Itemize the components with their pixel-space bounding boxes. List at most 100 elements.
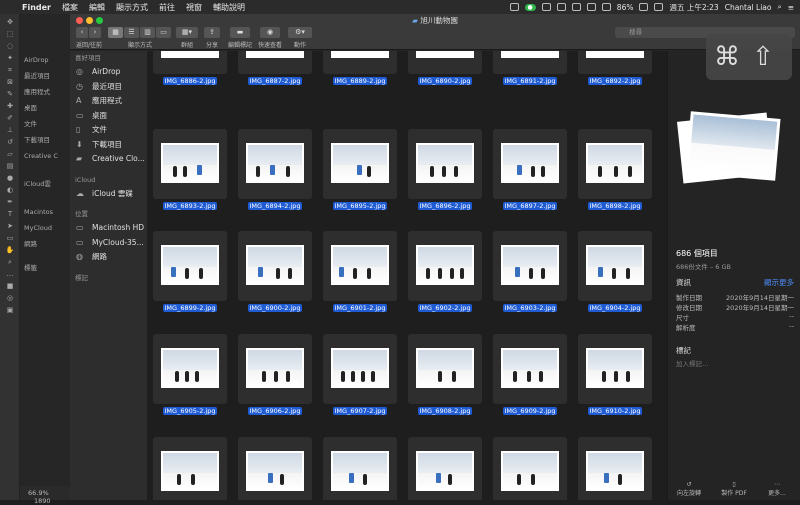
file-item[interactable]: IMG_6907-2.jpg bbox=[323, 334, 397, 415]
line-status-icon[interactable]: ● bbox=[524, 3, 536, 11]
gradient-icon[interactable]: ▤ bbox=[4, 162, 16, 170]
file-item[interactable]: IMG_6894-2.jpg bbox=[238, 129, 312, 210]
sidebar-item-documents[interactable]: ▯ 文件 bbox=[70, 123, 147, 138]
file-item[interactable]: IMG_6903-2.jpg bbox=[493, 231, 567, 312]
rotate-left-button[interactable]: ↺ 向左旋轉 bbox=[674, 481, 704, 497]
sidebar-item-downloads[interactable]: ⬇ 下載項目 bbox=[70, 138, 147, 153]
brush-tool-icon[interactable]: ✐ bbox=[4, 114, 16, 122]
file-item[interactable]: IMG_6908-2.jpg bbox=[408, 334, 482, 415]
clock[interactable]: 週五 上午2:23 bbox=[669, 2, 718, 13]
sidebar-item-recents[interactable]: ◷ 最近項目 bbox=[70, 80, 147, 95]
file-item[interactable]: IMG_6902-2.jpg bbox=[408, 231, 482, 312]
battery-percent[interactable]: 86% bbox=[617, 3, 634, 12]
file-item[interactable]: IMG_6905-2.jpg bbox=[153, 334, 227, 415]
menu-file[interactable]: 檔案 bbox=[62, 2, 78, 13]
file-item[interactable]: IMG_6891-2.jpg bbox=[493, 51, 567, 85]
move-tool-icon[interactable]: ✥ bbox=[4, 18, 16, 26]
path-select-icon[interactable]: ➤ bbox=[4, 222, 16, 230]
menu-window[interactable]: 視窗 bbox=[186, 2, 202, 13]
eyedropper-icon[interactable]: ✎ bbox=[4, 90, 16, 98]
blur-icon[interactable]: ● bbox=[4, 174, 16, 182]
file-item[interactable]: IMG_6889-2.jpg bbox=[323, 51, 397, 85]
file-item[interactable]: IMG_6886-2.jpg bbox=[153, 51, 227, 85]
type-tool-icon[interactable]: T bbox=[4, 210, 16, 218]
menu-app-finder[interactable]: Finder bbox=[22, 3, 51, 12]
sidebar-item-network[interactable]: ◍ 網路 bbox=[70, 250, 147, 265]
history-brush-icon[interactable]: ↺ bbox=[4, 138, 16, 146]
column-view-button[interactable]: ▥ bbox=[140, 27, 155, 38]
dodge-icon[interactable]: ◐ bbox=[4, 186, 16, 194]
zoom-tool-icon[interactable]: ⌕ bbox=[4, 258, 16, 266]
control-center-icon[interactable]: ≡ bbox=[788, 3, 794, 12]
action-button[interactable]: ⚙▾ bbox=[288, 27, 312, 38]
menu-go[interactable]: 前往 bbox=[159, 2, 175, 13]
file-item[interactable]: IMG_6898-2.jpg bbox=[578, 129, 652, 210]
file-item[interactable]: IMG_6887-2.jpg bbox=[238, 51, 312, 85]
pen-tool-icon[interactable]: ✒ bbox=[4, 198, 16, 206]
bluetooth-icon[interactable] bbox=[571, 3, 581, 11]
file-item[interactable]: IMG_6901-2.jpg bbox=[323, 231, 397, 312]
menu-help[interactable]: 輔助說明 bbox=[213, 2, 245, 13]
wifi-icon[interactable] bbox=[586, 3, 596, 11]
more-button[interactable]: ⋯ 更多... bbox=[762, 481, 792, 497]
menu-edit[interactable]: 編輯 bbox=[89, 2, 105, 13]
list-view-button[interactable]: ☰ bbox=[124, 27, 139, 38]
show-more-link[interactable]: 顯示更多 bbox=[764, 277, 794, 288]
magic-wand-icon[interactable]: ✦ bbox=[4, 54, 16, 62]
stamp-tool-icon[interactable]: ⊥ bbox=[4, 126, 16, 134]
back-button[interactable]: ‹ bbox=[76, 27, 88, 38]
sidebar-item-creative-cloud[interactable]: ▰ Creative Clo... bbox=[70, 152, 147, 167]
file-item[interactable]: IMG_6890-2.jpg bbox=[408, 51, 482, 85]
quicklook-button[interactable]: ◉ bbox=[260, 27, 280, 38]
file-item[interactable]: IMG_6893-2.jpg bbox=[153, 129, 227, 210]
file-item[interactable]: IMG_6904-2.jpg bbox=[578, 231, 652, 312]
healing-brush-icon[interactable]: ✚ bbox=[4, 102, 16, 110]
sidebar-item-mycloud[interactable]: ▭ MyCloud-35... bbox=[70, 236, 147, 251]
group-button[interactable]: ▦▾ bbox=[176, 27, 198, 38]
cloud-icon[interactable] bbox=[541, 3, 551, 11]
status-icon[interactable] bbox=[509, 3, 519, 11]
shape-tool-icon[interactable]: ▭ bbox=[4, 234, 16, 242]
volume-icon[interactable] bbox=[601, 3, 611, 11]
file-item[interactable]: IMG_6897-2.jpg bbox=[493, 129, 567, 210]
hand-tool-icon[interactable]: ✋ bbox=[4, 246, 16, 254]
file-item[interactable]: IMG_6892-2.jpg bbox=[578, 51, 652, 85]
more-tools-icon[interactable]: … bbox=[4, 270, 16, 278]
icon-view-button[interactable]: ▦ bbox=[108, 27, 123, 38]
marquee-tool-icon[interactable]: ⬚ bbox=[4, 30, 16, 38]
file-item[interactable] bbox=[578, 437, 652, 500]
frame-tool-icon[interactable]: ⊠ bbox=[4, 78, 16, 86]
edit-tags-button[interactable]: ▬ bbox=[230, 27, 250, 38]
file-item[interactable] bbox=[238, 437, 312, 500]
menu-view[interactable]: 顯示方式 bbox=[116, 2, 148, 13]
file-item[interactable] bbox=[408, 437, 482, 500]
sidebar-item-macintosh-hd[interactable]: ▭ Macintosh HD bbox=[70, 221, 147, 236]
file-item[interactable] bbox=[323, 437, 397, 500]
lasso-tool-icon[interactable]: ◌ bbox=[4, 42, 16, 50]
input-method-icon[interactable] bbox=[654, 3, 664, 11]
file-grid[interactable]: IMG_6886-2.jpg IMG_6887-2.jpg IMG_6889-2… bbox=[147, 51, 667, 500]
eraser-icon[interactable]: ▱ bbox=[4, 150, 16, 158]
file-item[interactable]: IMG_6909-2.jpg bbox=[493, 334, 567, 415]
file-item[interactable]: IMG_6910-2.jpg bbox=[578, 334, 652, 415]
sidebar-item-desktop[interactable]: ▭ 桌面 bbox=[70, 109, 147, 124]
file-item[interactable]: IMG_6899-2.jpg bbox=[153, 231, 227, 312]
sidebar-item-airdrop[interactable]: ◎ AirDrop bbox=[70, 65, 147, 80]
zoom-level[interactable]: 66.9% bbox=[28, 489, 49, 497]
file-item[interactable]: IMG_6895-2.jpg bbox=[323, 129, 397, 210]
file-item[interactable] bbox=[153, 437, 227, 500]
gallery-view-button[interactable]: ▭ bbox=[156, 27, 171, 38]
color-swatch-icon[interactable]: ■ bbox=[4, 282, 16, 290]
sidebar-item-icloud-drive[interactable]: ☁ iCloud 雲碟 bbox=[70, 187, 147, 202]
forward-button[interactable]: › bbox=[89, 27, 101, 38]
battery-icon[interactable] bbox=[639, 3, 649, 11]
user-name[interactable]: Chantal Liao bbox=[725, 3, 772, 12]
clock-icon[interactable] bbox=[556, 3, 566, 11]
quick-mask-icon[interactable]: ◎ bbox=[4, 294, 16, 302]
file-item[interactable]: IMG_6906-2.jpg bbox=[238, 334, 312, 415]
crop-tool-icon[interactable]: ⌗ bbox=[4, 66, 16, 74]
create-pdf-button[interactable]: ▯ 製作 PDF bbox=[717, 481, 751, 497]
file-item[interactable]: IMG_6900-2.jpg bbox=[238, 231, 312, 312]
screen-mode-icon[interactable]: ▣ bbox=[4, 306, 16, 314]
share-button[interactable]: ⇪ bbox=[204, 27, 220, 38]
